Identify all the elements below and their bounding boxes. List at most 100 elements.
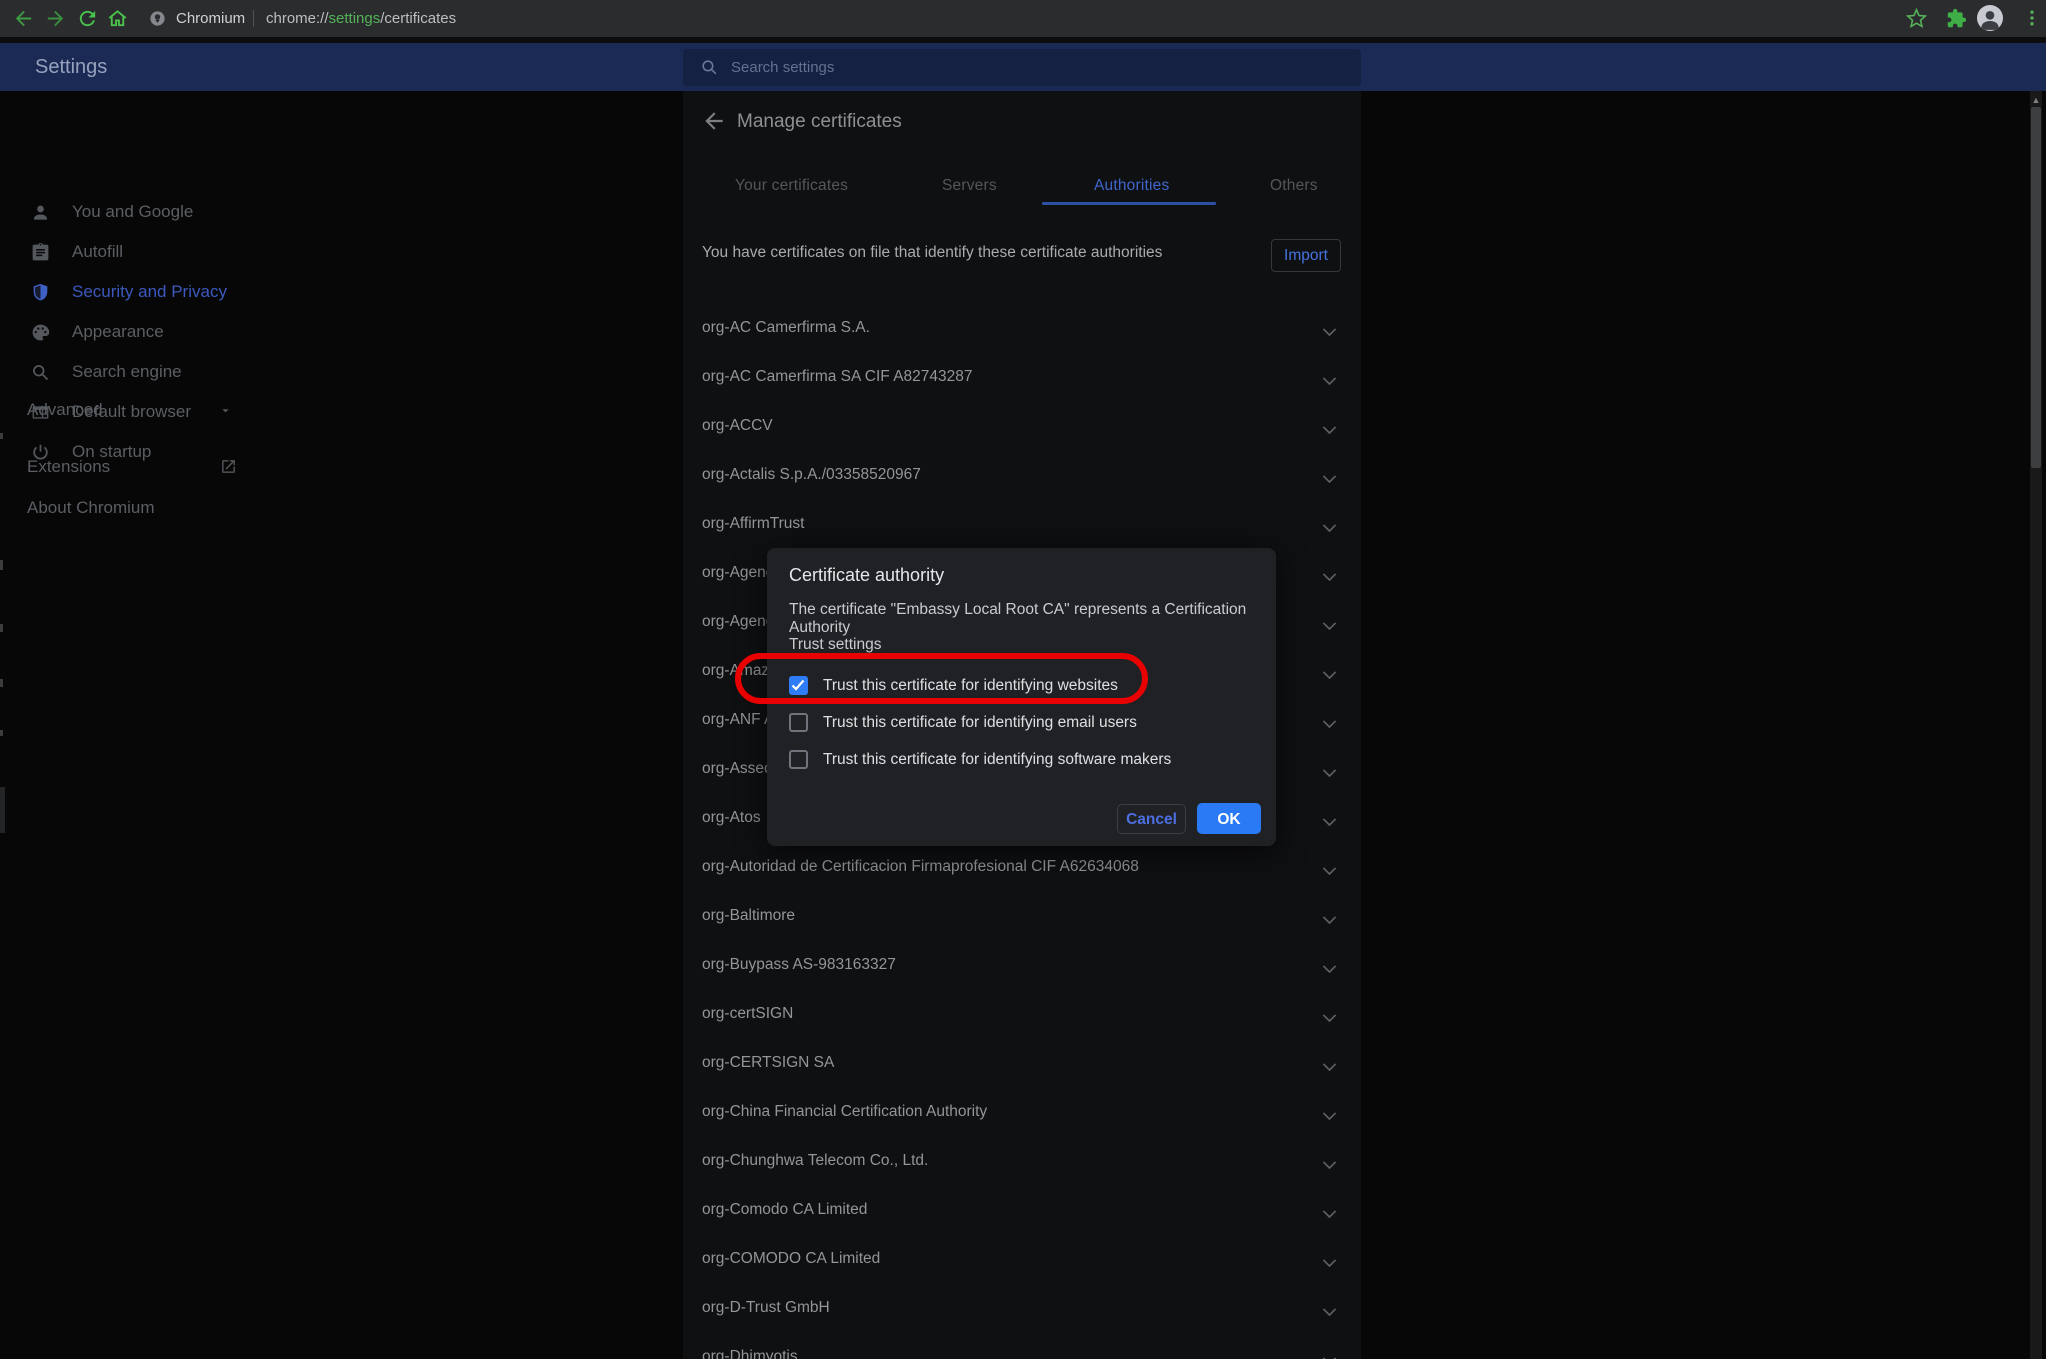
ok-button[interactable]: OK xyxy=(1197,803,1261,834)
chevron-down-icon[interactable] xyxy=(1322,764,1337,773)
chevron-down-icon[interactable] xyxy=(1322,813,1337,822)
import-button[interactable]: Import xyxy=(1271,239,1341,272)
chevron-down-icon[interactable] xyxy=(1322,568,1337,577)
certificate-row[interactable]: org-China Financial Certification Author… xyxy=(683,1087,1361,1136)
screen-edge-artifact xyxy=(0,679,3,687)
checkbox-unchecked[interactable] xyxy=(789,713,808,732)
bookmark-star-icon[interactable] xyxy=(1906,8,1927,29)
certificate-row[interactable]: org-Dhimyotis xyxy=(683,1332,1361,1359)
certificate-row[interactable]: org-COMODO CA Limited xyxy=(683,1234,1361,1283)
certificate-row[interactable]: org-AC Camerfirma S.A. xyxy=(683,303,1361,352)
certificate-row[interactable]: org-Autoridad de Certificacion Firmaprof… xyxy=(683,842,1361,891)
authorities-info-text: You have certificates on file that ident… xyxy=(702,244,1162,262)
certificate-row[interactable]: org-Buypass AS-983163327 xyxy=(683,940,1361,989)
certificate-row[interactable]: org-Comodo CA Limited xyxy=(683,1185,1361,1234)
certificate-name: org-D-Trust GmbH xyxy=(702,1283,830,1332)
search-settings-box[interactable]: Search settings xyxy=(683,49,1361,86)
extensions-puzzle-icon[interactable] xyxy=(1946,8,1967,29)
certificate-row[interactable]: org-certSIGN xyxy=(683,989,1361,1038)
screen: Chromium chrome://settings/certificates … xyxy=(0,0,2046,1359)
certificate-row[interactable]: org-CERTSIGN SA xyxy=(683,1038,1361,1087)
scrollbar-up-arrow[interactable]: ▲ xyxy=(2030,94,2042,106)
dialog-body-text: The certificate "Embassy Local Root CA" … xyxy=(789,601,1276,637)
chevron-down-icon[interactable] xyxy=(1322,715,1337,724)
sidebar-item-search-engine[interactable]: Search engine xyxy=(0,352,420,392)
certificate-row[interactable]: org-AffirmTrust xyxy=(683,499,1361,548)
certificate-name: org-certSIGN xyxy=(702,989,793,1038)
cancel-button[interactable]: Cancel xyxy=(1117,804,1186,834)
certificate-row[interactable]: org-ACCV xyxy=(683,401,1361,450)
chevron-down-icon[interactable] xyxy=(1322,323,1337,332)
certificate-name: org-Actalis S.p.A./03358520967 xyxy=(702,450,921,499)
certificate-name: org-Comodo CA Limited xyxy=(702,1185,867,1234)
tab-others[interactable]: Others xyxy=(1270,177,1318,195)
home-icon[interactable] xyxy=(106,7,129,30)
chevron-down-icon[interactable] xyxy=(1322,519,1337,528)
chevron-down-icon[interactable] xyxy=(1322,421,1337,430)
checkbox-label: Trust this certificate for identifying w… xyxy=(823,673,1118,698)
tab-servers[interactable]: Servers xyxy=(942,177,997,195)
chevron-down-icon[interactable] xyxy=(1322,1009,1337,1018)
chevron-down-icon[interactable] xyxy=(1322,911,1337,920)
sidebar-about-chromium[interactable]: About Chromium xyxy=(0,488,420,528)
sidebar-extensions[interactable]: Extensions xyxy=(0,447,420,487)
trust-checkbox-row: Trust this certificate for identifying e… xyxy=(767,710,1276,747)
chevron-down-icon xyxy=(218,403,233,418)
chevron-down-icon[interactable] xyxy=(1322,1058,1337,1067)
certificate-row[interactable]: org-Chunghwa Telecom Co., Ltd. xyxy=(683,1136,1361,1185)
profile-avatar[interactable] xyxy=(1977,5,2003,31)
chevron-down-icon[interactable] xyxy=(1322,1205,1337,1214)
certificate-row[interactable]: org-AC Camerfirma SA CIF A82743287 xyxy=(683,352,1361,401)
certificate-name: org-COMODO CA Limited xyxy=(702,1234,880,1283)
chevron-down-icon[interactable] xyxy=(1322,372,1337,381)
checkbox-label: Trust this certificate for identifying e… xyxy=(823,710,1137,735)
reload-icon[interactable] xyxy=(76,7,99,30)
settings-sidebar: You and Google Autofill Security and Priva… xyxy=(0,192,420,472)
autofill-icon xyxy=(30,242,51,263)
sidebar-item-you-and-google[interactable]: You and Google xyxy=(0,192,420,232)
sidebar-item-appearance[interactable]: Appearance xyxy=(0,312,420,352)
certificate-name: org-Baltimore xyxy=(702,891,795,940)
person-icon xyxy=(30,202,51,223)
sidebar-advanced[interactable]: Advanced xyxy=(0,390,420,430)
chevron-down-icon[interactable] xyxy=(1322,960,1337,969)
certificate-tabs: Your certificates Servers Authorities Other… xyxy=(683,91,1361,211)
chevron-down-icon[interactable] xyxy=(1322,862,1337,871)
certificate-name: org-Dhimyotis xyxy=(702,1332,798,1359)
chevron-down-icon[interactable] xyxy=(1322,1107,1337,1116)
certificate-row[interactable]: org-Actalis S.p.A./03358520967 xyxy=(683,450,1361,499)
certificate-row[interactable]: org-D-Trust GmbH xyxy=(683,1283,1361,1332)
screen-edge-artifact xyxy=(0,560,3,570)
back-icon[interactable] xyxy=(12,7,35,30)
toolbar-separator xyxy=(253,10,254,27)
chevron-down-icon[interactable] xyxy=(1322,1352,1337,1359)
checkbox-checked[interactable] xyxy=(789,676,808,695)
palette-icon xyxy=(30,322,51,343)
dialog-title: Certificate authority xyxy=(789,565,944,586)
sidebar-item-autofill[interactable]: Autofill xyxy=(0,232,420,272)
sidebar-item-security-and-privacy[interactable]: Security and Privacy xyxy=(0,272,420,312)
certificate-name: org-CERTSIGN SA xyxy=(702,1038,834,1087)
sidebar-item-label: Autofill xyxy=(72,242,123,262)
chevron-down-icon[interactable] xyxy=(1322,1254,1337,1263)
scrollbar-thumb[interactable] xyxy=(2031,107,2041,468)
certificate-row[interactable]: org-Baltimore xyxy=(683,891,1361,940)
certificate-name: org-Buypass AS-983163327 xyxy=(702,940,896,989)
screen-edge-artifact xyxy=(0,624,3,632)
site-info-icon[interactable] xyxy=(148,9,167,28)
chevron-down-icon[interactable] xyxy=(1322,470,1337,479)
checkbox-unchecked[interactable] xyxy=(789,750,808,769)
tab-authorities[interactable]: Authorities xyxy=(1094,177,1169,195)
browser-toolbar: Chromium chrome://settings/certificates xyxy=(0,0,2046,37)
chevron-down-icon[interactable] xyxy=(1322,666,1337,675)
certificate-name: org-AC Camerfirma S.A. xyxy=(702,303,870,352)
chevron-down-icon[interactable] xyxy=(1322,1156,1337,1165)
forward-icon[interactable] xyxy=(44,7,67,30)
tab-your-certificates[interactable]: Your certificates xyxy=(735,177,848,195)
chevron-down-icon[interactable] xyxy=(1322,1303,1337,1312)
menu-kebab-icon[interactable] xyxy=(2022,8,2042,28)
chevron-down-icon[interactable] xyxy=(1322,617,1337,626)
trust-settings-label: Trust settings xyxy=(789,636,881,654)
sidebar-item-label: Appearance xyxy=(72,322,164,342)
url-bar[interactable]: chrome://settings/certificates xyxy=(266,0,456,37)
